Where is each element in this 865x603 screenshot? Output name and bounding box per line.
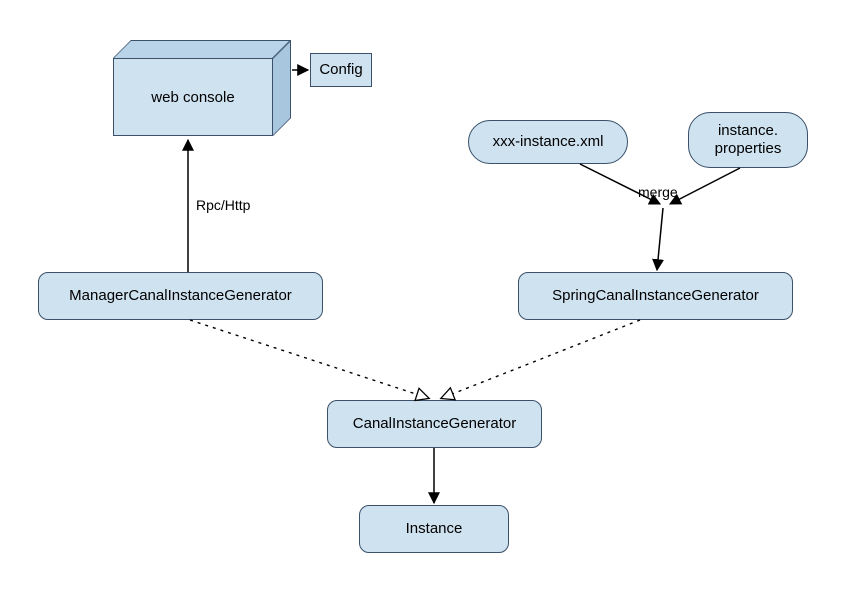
- instance-properties-label: instance. properties: [715, 122, 782, 158]
- box-top-face: [113, 40, 291, 58]
- manager-generator-label: ManagerCanalInstanceGenerator: [69, 287, 292, 305]
- merge-label: merge: [638, 184, 678, 200]
- xxx-instance-node: xxx-instance.xml: [468, 120, 628, 164]
- manager-generator-node: ManagerCanalInstanceGenerator: [38, 272, 323, 320]
- instance-label: Instance: [406, 520, 463, 538]
- edge-merge-to-spring: [657, 208, 663, 270]
- rpc-http-label: Rpc/Http: [196, 197, 250, 213]
- config-label: Config: [319, 61, 362, 79]
- edge-spring-to-canal: [442, 320, 640, 398]
- canal-generator-label: CanalInstanceGenerator: [353, 415, 516, 433]
- instance-properties-node: instance. properties: [688, 112, 808, 168]
- config-node: Config: [310, 53, 372, 87]
- spring-generator-label: SpringCanalInstanceGenerator: [552, 287, 759, 305]
- web-console-label: web console: [151, 89, 234, 106]
- spring-generator-node: SpringCanalInstanceGenerator: [518, 272, 793, 320]
- edge-properties-to-merge: [670, 168, 740, 204]
- instance-node: Instance: [359, 505, 509, 553]
- canal-generator-node: CanalInstanceGenerator: [327, 400, 542, 448]
- box-side-face: [273, 40, 291, 136]
- box-front-face: web console: [113, 58, 273, 136]
- xxx-instance-label: xxx-instance.xml: [493, 133, 604, 151]
- edge-manager-to-canal: [190, 320, 428, 398]
